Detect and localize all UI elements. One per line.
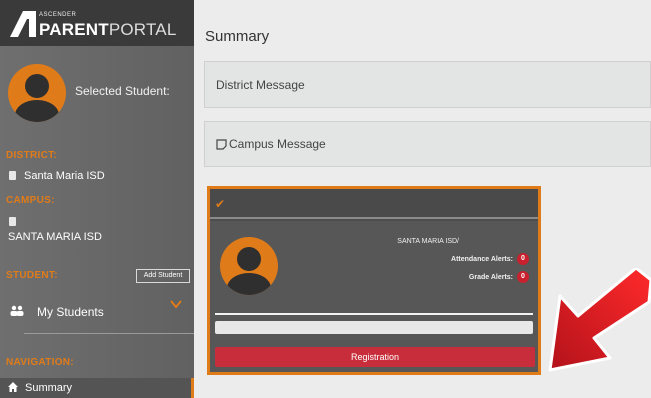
checkmark-icon: ✔ [215, 197, 226, 211]
campus-doc-icon [9, 217, 16, 226]
sidebar: ASCENDER PARENTPORTAL Selected Student: … [0, 0, 194, 398]
campus-name: SANTA MARIA ISD [8, 231, 102, 243]
grade-alerts-row[interactable]: Grade Alerts: 0 [469, 271, 529, 283]
logo-portal-thin: PORTAL [108, 20, 177, 39]
chevron-down-icon[interactable] [170, 298, 182, 310]
attendance-alerts-row[interactable]: Attendance Alerts: 0 [451, 253, 529, 265]
student-avatar[interactable] [220, 237, 278, 295]
grade-alerts-label: Grade Alerts: [468, 273, 513, 281]
users-icon [10, 305, 24, 319]
selected-student-label: Selected Student: [75, 84, 170, 98]
grade-alerts-badge: 0 [517, 271, 529, 283]
campus-message-label: Campus Message [229, 137, 326, 151]
navigation-section-label: NAVIGATION: [6, 357, 74, 368]
sidebar-divider [24, 333, 194, 334]
student-avatar-head [237, 247, 261, 271]
student-card: ✔ SANTA MARIA ISD/ Attendance Alerts: 0 G… [207, 186, 541, 375]
student-card-body: SANTA MARIA ISD/ Attendance Alerts: 0 Gra… [210, 221, 538, 372]
district-section-label: DISTRICT: [6, 150, 58, 161]
my-students-link[interactable]: My Students [37, 305, 104, 319]
card-input-bar[interactable] [215, 321, 533, 334]
avatar-body [15, 100, 59, 122]
page-title: Summary [205, 28, 270, 45]
sidebar-item-summary[interactable]: Summary [0, 378, 194, 398]
ascender-logo-icon [10, 11, 36, 37]
logo-parent-bold: PARENT [39, 20, 109, 39]
selected-student-avatar[interactable] [8, 64, 66, 122]
district-doc-icon [9, 171, 16, 180]
logo-parentportal-text: PARENTPORTAL [39, 20, 177, 40]
district-name: Santa Maria ISD [24, 170, 105, 182]
registration-button[interactable]: Registration [215, 347, 535, 367]
add-student-button[interactable]: Add Student [136, 269, 190, 283]
avatar-head [25, 74, 49, 98]
student-card-header: ✔ [210, 189, 538, 219]
logo-bar[interactable]: ASCENDER PARENTPORTAL [0, 0, 194, 46]
home-icon [8, 382, 18, 392]
card-divider [215, 313, 533, 315]
campus-message-panel[interactable]: Campus Message [204, 121, 651, 167]
logo-ascender-text: ASCENDER [39, 12, 77, 18]
note-icon [216, 139, 227, 150]
student-district: SANTA MARIA ISD/ [397, 238, 459, 245]
campus-section-label: CAMPUS: [6, 195, 55, 206]
attendance-alerts-badge: 0 [517, 253, 529, 265]
attendance-alerts-label: Attendance Alerts: [451, 255, 513, 263]
district-message-label: District Message [216, 78, 305, 92]
student-section-label: STUDENT: [6, 270, 58, 281]
district-message-panel[interactable]: District Message [204, 61, 651, 108]
student-avatar-body [227, 273, 271, 295]
red-arrow [548, 268, 651, 372]
sidebar-item-summary-label: Summary [25, 382, 73, 394]
